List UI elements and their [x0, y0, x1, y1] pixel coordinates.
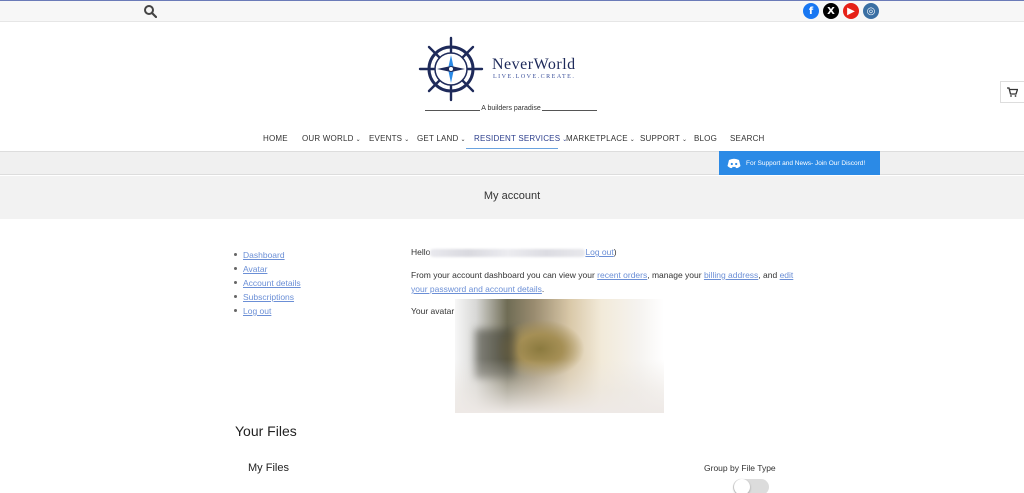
- nav-item-events[interactable]: EVENTS ⌄: [369, 134, 409, 143]
- nav-label: SEARCH: [730, 134, 765, 143]
- nav-item-blog[interactable]: BLOG: [694, 134, 717, 143]
- facebook-icon[interactable]: f: [803, 3, 819, 19]
- chevron-down-icon: ⌄: [629, 137, 636, 143]
- greeting: Hello Log out): [411, 245, 811, 259]
- site-logo[interactable]: NeverWorld LIVE.LOVE.CREATE.: [418, 36, 618, 106]
- nav-item-marketplace[interactable]: MARKETPLACE ⌄: [566, 134, 635, 143]
- nav-item-get-land[interactable]: GET LAND ⌄: [417, 134, 466, 143]
- dashboard-link[interactable]: Dashboard: [243, 250, 285, 260]
- greeting-text: Hello: [411, 247, 431, 257]
- avatar-image: [455, 299, 664, 413]
- chevron-down-icon: ⌄: [460, 137, 466, 143]
- dashboard-text: From your account dashboard you can view…: [411, 270, 598, 280]
- dashboard-text: .: [541, 284, 545, 294]
- instagram-icon[interactable]: ◎: [863, 3, 879, 19]
- dashboard-description: From your account dashboard you can view…: [411, 268, 811, 296]
- account-nav-item-logout: Log out: [234, 305, 301, 319]
- nav-label: SUPPORT: [640, 134, 680, 143]
- avatar-link[interactable]: Avatar: [243, 264, 267, 274]
- your-files-heading: Your Files: [235, 423, 297, 439]
- nav-item-support[interactable]: SUPPORT ⌄: [640, 134, 687, 143]
- dashboard-text: , and: [758, 270, 780, 280]
- discord-icon: [727, 158, 741, 168]
- nav-item-home[interactable]: HOME: [263, 134, 288, 143]
- top-bar: f X ▶ ◎: [0, 0, 1024, 22]
- recent-orders-link[interactable]: recent orders: [597, 270, 647, 280]
- cart-icon: [1007, 87, 1018, 97]
- greeting-close: ): [613, 247, 617, 257]
- nav-item-resident-services[interactable]: RESIDENT SERVICES ⌄: [474, 134, 567, 143]
- group-by-file-type-toggle[interactable]: [733, 479, 769, 493]
- nav-item-our-world[interactable]: OUR WORLD ⌄: [302, 134, 361, 143]
- x-twitter-icon[interactable]: X: [823, 3, 839, 19]
- nav-label: BLOG: [694, 134, 718, 143]
- logout-link[interactable]: Log out: [585, 247, 613, 257]
- nav-label: OUR WORLD: [302, 134, 354, 143]
- nav-item-search[interactable]: SEARCH: [730, 134, 765, 143]
- account-content: Hello Log out) From your account dashboar…: [411, 245, 811, 305]
- account-navigation: Dashboard Avatar Account details Subscri…: [234, 249, 301, 319]
- nav-label: EVENTS: [369, 134, 403, 143]
- nav-label: GET LAND: [417, 134, 459, 143]
- page-title: My account: [483, 190, 541, 202]
- group-by-file-type-label: Group by File Type: [704, 463, 776, 473]
- brand-tagline: LIVE.LOVE.CREATE.: [493, 74, 576, 80]
- billing-address-link[interactable]: billing address: [704, 270, 758, 280]
- my-files-heading: My Files: [248, 462, 289, 474]
- nav-label: MARKETPLACE: [566, 134, 628, 143]
- avatar-label: Your avatar: [411, 306, 455, 316]
- search-icon[interactable]: [143, 4, 158, 19]
- nav-label: RESIDENT SERVICES: [474, 134, 561, 143]
- discord-label: For Support and News- Join Our Discord!: [746, 159, 866, 167]
- account-details-link[interactable]: Account details: [243, 278, 301, 288]
- brand-subtitle: A builders paradise: [425, 104, 597, 114]
- dashboard-text: , manage your: [647, 270, 704, 280]
- cart-button[interactable]: [1000, 81, 1024, 103]
- ship-wheel-icon: [418, 36, 484, 102]
- account-nav-item-subscriptions: Subscriptions: [234, 291, 301, 305]
- account-nav-item-account-details: Account details: [234, 277, 301, 291]
- logout-nav-link[interactable]: Log out: [243, 306, 271, 316]
- chevron-down-icon: ⌄: [681, 137, 688, 143]
- chevron-down-icon: ⌄: [355, 137, 361, 143]
- brand-subtitle-text: A builders paradise: [481, 105, 541, 112]
- toggle-knob: [734, 479, 750, 493]
- discord-button[interactable]: For Support and News- Join Our Discord!: [719, 151, 880, 175]
- brand-name: NeverWorld: [492, 56, 576, 73]
- active-nav-indicator: [466, 148, 558, 149]
- account-nav-item-avatar: Avatar: [234, 263, 301, 277]
- redacted-username: [430, 248, 586, 257]
- subscriptions-link[interactable]: Subscriptions: [243, 292, 294, 302]
- youtube-icon[interactable]: ▶: [843, 3, 859, 19]
- account-nav-item-dashboard: Dashboard: [234, 249, 301, 263]
- nav-label: HOME: [263, 134, 288, 143]
- chevron-down-icon: ⌄: [404, 137, 410, 143]
